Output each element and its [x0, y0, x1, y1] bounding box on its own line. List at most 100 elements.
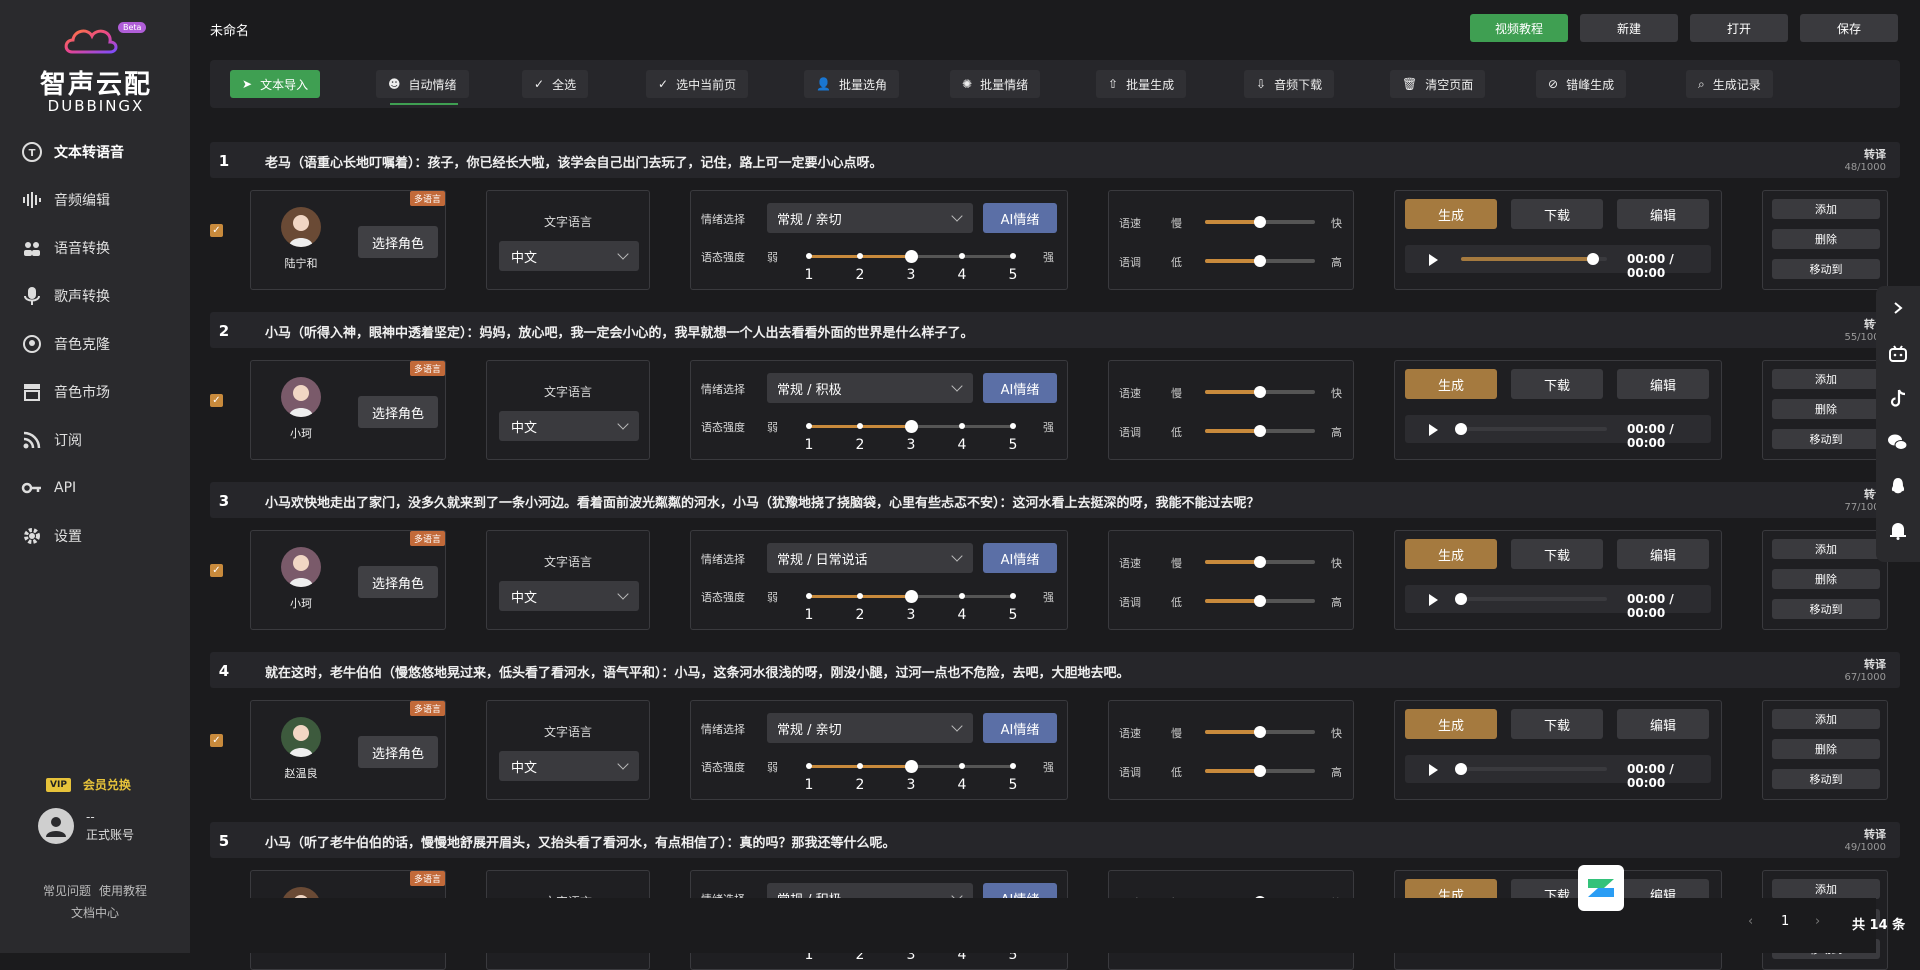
- add-button[interactable]: 添加: [1772, 369, 1880, 389]
- role-avatar-icon[interactable]: [281, 207, 321, 247]
- language-select[interactable]: 中文: [499, 411, 639, 441]
- speed-slider[interactable]: [1205, 386, 1315, 398]
- speed-knob[interactable]: [1254, 556, 1266, 568]
- intensity-knob[interactable]: [905, 250, 918, 263]
- edit-button[interactable]: 编辑: [1617, 709, 1709, 739]
- playback-track[interactable]: [1455, 423, 1607, 435]
- ai-emotion-button[interactable]: AI情绪: [983, 713, 1057, 743]
- playback-knob[interactable]: [1587, 253, 1599, 265]
- intensity-dot[interactable]: [959, 593, 965, 599]
- playback-knob[interactable]: [1455, 423, 1467, 435]
- intensity-scale[interactable]: [806, 250, 1016, 263]
- intensity-knob[interactable]: [905, 760, 918, 773]
- row-text[interactable]: 就在这时，老牛伯伯（慢悠悠地晃过来，低头看了看河水，语气平和）：小马，这条河水很…: [265, 662, 1130, 681]
- bell-icon[interactable]: [1886, 518, 1910, 542]
- play-icon[interactable]: [1429, 594, 1438, 606]
- select-page-button[interactable]: ✓ 选中当前页: [646, 70, 749, 98]
- transcribe-area[interactable]: 转译 49/1000: [1844, 826, 1886, 853]
- intensity-knob[interactable]: [905, 590, 918, 603]
- pitch-knob[interactable]: [1254, 255, 1266, 267]
- intensity-dot[interactable]: [806, 763, 812, 769]
- add-button[interactable]: 添加: [1772, 879, 1880, 899]
- intensity-dot[interactable]: [1010, 593, 1016, 599]
- intensity-dot[interactable]: [959, 253, 965, 259]
- user-profile[interactable]: -- 正式账号: [38, 808, 134, 844]
- faq-link[interactable]: 常见问题: [43, 884, 91, 898]
- intensity-scale[interactable]: [806, 420, 1016, 433]
- sidebar-item-settings[interactable]: 设置: [0, 512, 190, 560]
- select-role-button[interactable]: 选择角色: [358, 226, 438, 258]
- emotion-select[interactable]: 常规 / 亲切: [767, 203, 973, 233]
- auto-emotion-button[interactable]: ☻ 自动情绪: [376, 70, 469, 98]
- download-button[interactable]: 下载: [1511, 369, 1603, 399]
- select-role-button[interactable]: 选择角色: [358, 566, 438, 598]
- delete-button[interactable]: 删除: [1772, 229, 1880, 249]
- row-checkbox[interactable]: ✓: [210, 734, 223, 747]
- sidebar-item-subscribe[interactable]: 订阅: [0, 416, 190, 464]
- download-button[interactable]: 下载: [1511, 709, 1603, 739]
- transcribe-area[interactable]: 转译 67/1000: [1844, 656, 1886, 683]
- batch-generate-button[interactable]: ⇧ 批量生成: [1096, 70, 1187, 98]
- sidebar-item-audio-edit[interactable]: 音频编辑: [0, 176, 190, 224]
- prev-page-icon[interactable]: ‹: [1748, 914, 1753, 929]
- speed-slider[interactable]: [1205, 726, 1315, 738]
- sidebar-item-tts[interactable]: T 文本转语音: [0, 128, 190, 176]
- pitch-knob[interactable]: [1254, 595, 1266, 607]
- sidebar-item-api[interactable]: API: [0, 464, 190, 512]
- row-checkbox[interactable]: ✓: [210, 564, 223, 577]
- language-select[interactable]: 中文: [499, 581, 639, 611]
- intensity-dot[interactable]: [1010, 423, 1016, 429]
- docs-link[interactable]: 文档中心: [71, 906, 119, 920]
- speed-knob[interactable]: [1254, 726, 1266, 738]
- new-button[interactable]: 新建: [1580, 14, 1678, 42]
- row-checkbox[interactable]: ✓: [210, 224, 223, 237]
- intensity-dot[interactable]: [857, 763, 863, 769]
- intensity-dot[interactable]: [857, 253, 863, 259]
- speed-slider[interactable]: [1205, 556, 1315, 568]
- history-button[interactable]: ⌕ 生成记录: [1686, 70, 1773, 98]
- ai-emotion-button[interactable]: AI情绪: [983, 373, 1057, 403]
- delete-button[interactable]: 删除: [1772, 569, 1880, 589]
- batch-emotion-button[interactable]: ✺ 批量情绪: [950, 70, 1041, 98]
- edit-button[interactable]: 编辑: [1617, 539, 1709, 569]
- pitch-slider[interactable]: [1205, 425, 1315, 437]
- intensity-dot[interactable]: [959, 763, 965, 769]
- transcribe-area[interactable]: 转译 48/1000: [1844, 146, 1886, 173]
- move-to-button[interactable]: 移动到: [1772, 429, 1880, 449]
- bilibili-icon[interactable]: [1886, 342, 1910, 366]
- qq-icon[interactable]: [1886, 474, 1910, 498]
- tutorial-link[interactable]: 使用教程: [99, 884, 147, 898]
- sidebar-item-voice-market[interactable]: 音色市场: [0, 368, 190, 416]
- intensity-dot[interactable]: [1010, 763, 1016, 769]
- playback-knob[interactable]: [1455, 763, 1467, 775]
- playback-track[interactable]: [1455, 593, 1607, 605]
- intensity-dot[interactable]: [806, 423, 812, 429]
- generate-button[interactable]: 生成: [1405, 199, 1497, 229]
- floating-app-icon[interactable]: [1578, 865, 1624, 911]
- pitch-slider[interactable]: [1205, 595, 1315, 607]
- intensity-dot[interactable]: [857, 593, 863, 599]
- select-role-button[interactable]: 选择角色: [358, 736, 438, 768]
- download-button[interactable]: 下载: [1511, 199, 1603, 229]
- generate-button[interactable]: 生成: [1405, 539, 1497, 569]
- open-button[interactable]: 打开: [1690, 14, 1788, 42]
- move-to-button[interactable]: 移动到: [1772, 769, 1880, 789]
- role-avatar-icon[interactable]: [281, 717, 321, 757]
- playback-track[interactable]: [1461, 253, 1607, 265]
- edit-button[interactable]: 编辑: [1617, 199, 1709, 229]
- delete-button[interactable]: 删除: [1772, 739, 1880, 759]
- row-text[interactable]: 小马（听得入神，眼神中透着坚定）：妈妈，放心吧，我一定会小心的，我早就想一个人出…: [265, 322, 974, 341]
- intensity-dot[interactable]: [806, 253, 812, 259]
- row-text[interactable]: 老马（语重心长地叮嘱着）：孩子，你已经长大啦，该学会自己出门去玩了，记住，路上可…: [265, 152, 883, 171]
- play-icon[interactable]: [1429, 254, 1438, 266]
- intensity-scale[interactable]: [806, 590, 1016, 603]
- language-select[interactable]: 中文: [499, 241, 639, 271]
- current-page[interactable]: 1: [1781, 914, 1789, 929]
- text-import-button[interactable]: ➤ 文本导入: [230, 70, 321, 98]
- intensity-scale[interactable]: [806, 760, 1016, 773]
- add-button[interactable]: 添加: [1772, 199, 1880, 219]
- row-text[interactable]: 小马欢快地走出了家门，没多久就来到了一条小河边。看着面前波光粼粼的河水，小马（犹…: [265, 492, 1260, 511]
- role-avatar-icon[interactable]: [281, 377, 321, 417]
- document-title[interactable]: 未命名: [210, 20, 249, 39]
- pitch-knob[interactable]: [1254, 765, 1266, 777]
